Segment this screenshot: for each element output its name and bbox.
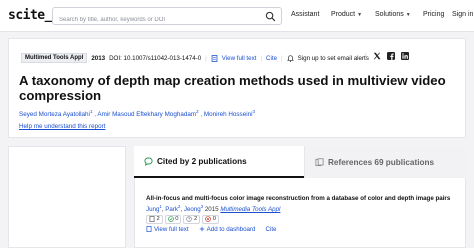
paper-card: Multimed Tools Appl 2013 DOI: 10.1007/s1… [8, 38, 466, 138]
twitter-icon[interactable] [373, 52, 381, 60]
publication-year: 2013 [91, 54, 106, 62]
paper-meta-row: Multimed Tools Appl 2013 DOI: 10.1007/s1… [21, 53, 369, 63]
scite-logo[interactable]: scite_ [8, 8, 52, 23]
chevron-down-icon: ▼ [405, 11, 411, 18]
result-title[interactable]: All-in-focus and multi-focus color image… [146, 195, 456, 203]
search-icon[interactable] [265, 11, 276, 22]
help-understand-link[interactable]: Help me understand this report [19, 123, 105, 130]
facebook-icon[interactable] [386, 52, 395, 60]
divider: | [205, 54, 207, 62]
paper-title: A taxonomy of depth map creation methods… [19, 73, 446, 103]
badge-mentioning[interactable]: 2 [183, 214, 201, 224]
cite-link[interactable]: Cite [265, 226, 276, 233]
references-icon [315, 157, 324, 166]
journal-badge[interactable]: Multimed Tools Appl [21, 53, 88, 63]
left-sidebar-panel [8, 146, 126, 248]
doi[interactable]: DOI: 10.1007/s11042-013-1474-0 [109, 55, 201, 62]
search-box[interactable] [52, 7, 282, 28]
nav-product[interactable]: Product ▼ [331, 11, 362, 18]
author-list: Seyed Morteza Ayatollahi1 , Amir Masoud … [19, 109, 256, 119]
email-alerts-link[interactable]: Sign up to set email alerts [298, 55, 369, 62]
badge-citing-publications[interactable]: 2 [146, 214, 163, 224]
linkedin-icon[interactable] [400, 52, 409, 60]
tab-cited-by[interactable]: Cited by 2 publications [134, 146, 304, 178]
badge-contrasting[interactable]: 0 [202, 214, 219, 224]
result-year: 2015 [204, 205, 219, 213]
search-input[interactable] [53, 12, 253, 28]
nav-sign-in[interactable]: Sign in [452, 11, 473, 18]
nav-pricing[interactable]: Pricing [423, 11, 444, 18]
citation-badges: 2 0 2 0 [146, 214, 456, 224]
social-share: | [365, 52, 409, 60]
view-full-text-link[interactable]: View full text [222, 55, 257, 62]
top-navigation-bar: scite_ Assistant Product▼ Solutions▼ Pri… [0, 0, 474, 32]
document-icon [146, 226, 152, 233]
divider: | [365, 52, 367, 60]
check-circle-icon [167, 216, 174, 223]
author-link[interactable]: Jung1 [146, 204, 162, 213]
tab-references[interactable]: References 69 publications [304, 146, 466, 178]
document-icon [211, 54, 218, 62]
nav-assistant[interactable]: Assistant [291, 11, 319, 18]
chevron-down-icon: ▼ [357, 11, 363, 18]
bell-icon [286, 54, 294, 62]
result-journal[interactable]: Multimedia Tools Appl [220, 206, 280, 213]
author-link[interactable]: Monireh Hosseini3 [204, 109, 255, 118]
badge-supporting[interactable]: 0 [164, 214, 182, 224]
document-icon [149, 216, 155, 223]
plus-icon [199, 227, 204, 232]
author-link[interactable]: Seyed Morteza Ayatollahi1 [19, 109, 92, 118]
x-circle-icon [205, 216, 212, 223]
author-link[interactable]: Amir Masoud Eftekhary Moghadam2 [97, 109, 198, 118]
nav-solutions[interactable]: Solutions ▼ [375, 11, 411, 18]
citing-publication-item: All-in-focus and multi-focus color image… [146, 195, 456, 233]
result-authors: Jung1, Park2, Jeong3 2015 Multimedia Too… [146, 203, 281, 213]
divider: | [281, 54, 283, 62]
result-actions: View full text Add to dashboard Cite [146, 226, 456, 233]
divider: | [260, 54, 263, 62]
add-to-dashboard-link[interactable]: Add to dashboard [199, 226, 255, 233]
view-full-text-link[interactable]: View full text [146, 226, 189, 233]
chat-bubble-icon [144, 156, 153, 166]
author-link[interactable]: Park2 [165, 204, 180, 213]
author-link[interactable]: Jeong3 [184, 204, 203, 213]
cite-link[interactable]: Cite [266, 55, 277, 62]
question-circle-icon [186, 216, 193, 223]
